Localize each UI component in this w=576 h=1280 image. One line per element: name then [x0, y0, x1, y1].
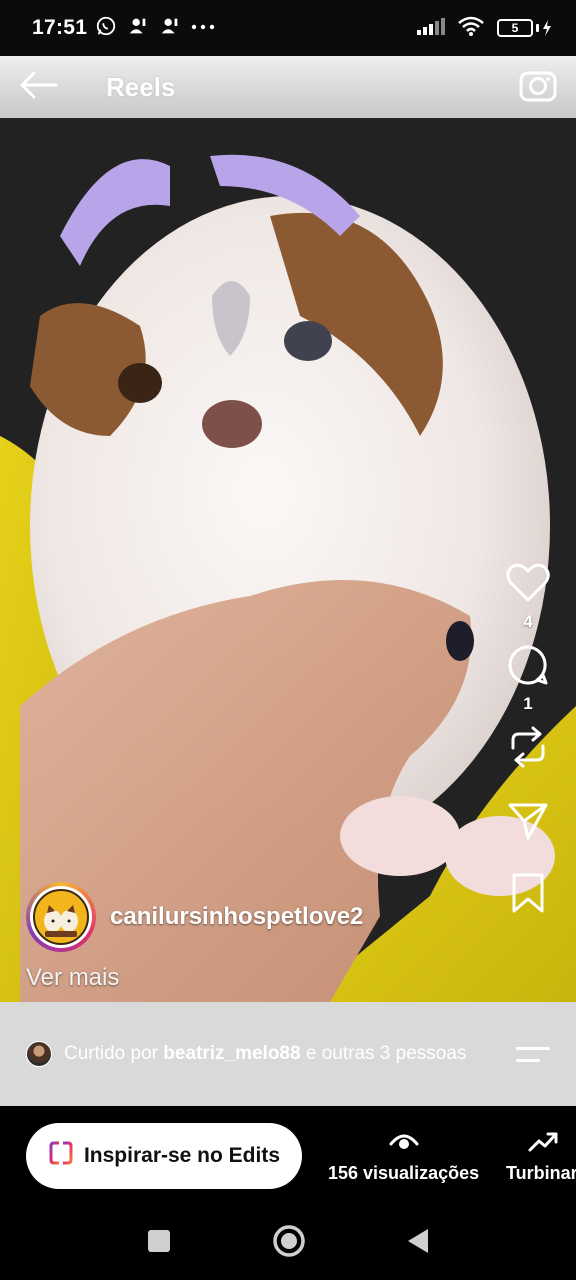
trending-up-icon: [528, 1130, 558, 1157]
views-stat[interactable]: 156 visualizações: [328, 1130, 479, 1184]
heart-icon[interactable]: [504, 560, 552, 606]
reel-video[interactable]: [0, 56, 576, 1002]
home-circle-icon[interactable]: [272, 1224, 306, 1263]
page-title: Reels: [106, 71, 176, 102]
post-author[interactable]: canilursinhospetlove2: [26, 882, 363, 952]
avatar[interactable]: [26, 882, 96, 952]
kennel-logo-icon: [33, 889, 89, 945]
whatsapp-icon: [95, 15, 117, 42]
bottom-bar: Inspirar-se no Edits 156 visualizações T…: [0, 1106, 576, 1206]
recents-square-icon[interactable]: [146, 1228, 172, 1259]
send-icon[interactable]: [504, 798, 552, 844]
status-time: 17:51: [32, 16, 88, 39]
edits-button[interactable]: Inspirar-se no Edits: [26, 1123, 302, 1189]
more-dots-icon: [191, 19, 215, 37]
wifi-icon: [457, 16, 485, 41]
menu-lines-icon[interactable]: [516, 1046, 550, 1062]
back-triangle-icon[interactable]: [406, 1227, 430, 1260]
repost-icon[interactable]: [504, 724, 552, 770]
comment-icon[interactable]: [504, 642, 552, 688]
liker-avatar: [26, 1041, 52, 1067]
see-more-link[interactable]: Ver mais: [26, 964, 119, 992]
edits-label: Inspirar-se no Edits: [83, 1144, 281, 1167]
battery-level: 5: [497, 19, 533, 37]
comment-count: 1: [523, 694, 533, 713]
signal-icon: [417, 17, 445, 40]
liked-by-bar[interactable]: Curtido por beatriz_melo88 e outras 3 pe…: [0, 1002, 576, 1106]
android-nav-bar: [0, 1206, 576, 1280]
top-bar: Reels: [0, 56, 576, 118]
views-label: 156 visualizações: [328, 1163, 480, 1183]
like-count: 4: [523, 612, 533, 631]
side-actions: 4 1: [504, 560, 552, 916]
status-bar: 17:51 5: [0, 0, 576, 56]
battery-icon: 5: [497, 19, 552, 37]
username[interactable]: canilursinhospetlove2: [110, 903, 363, 931]
edits-logo-icon: [48, 1140, 74, 1172]
eye-icon: [389, 1130, 419, 1157]
liked-by-user[interactable]: beatriz_melo88: [163, 1043, 300, 1064]
person-notification-icon: [159, 15, 181, 42]
bookmark-icon[interactable]: [504, 870, 552, 916]
liked-by-text[interactable]: Curtido por beatriz_melo88 e outras 3 pe…: [64, 1041, 484, 1067]
person-notification-icon: [127, 15, 149, 42]
back-arrow-icon[interactable]: [18, 70, 58, 105]
camera-icon[interactable]: [518, 67, 558, 108]
boost-label: Turbinar: [506, 1163, 576, 1183]
boost-stat[interactable]: Turbinar: [506, 1130, 576, 1184]
